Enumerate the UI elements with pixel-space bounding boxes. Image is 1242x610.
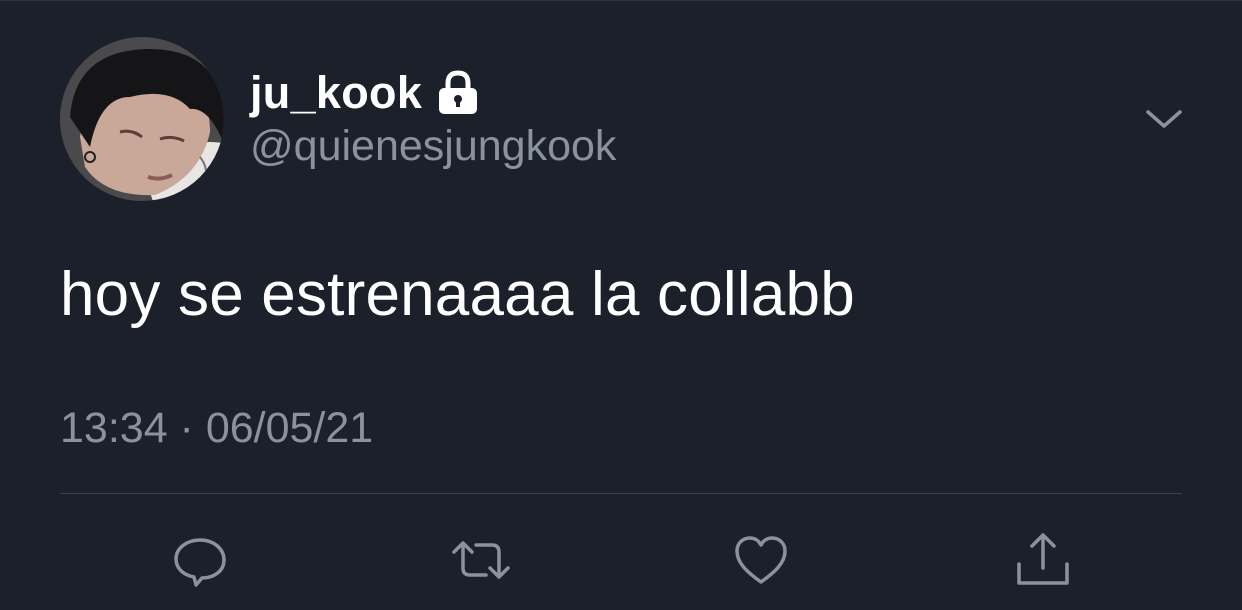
user-handle[interactable]: @quienesjungkook [250, 122, 616, 171]
retweet-icon [452, 541, 510, 579]
display-name-row: ju_kook [250, 65, 480, 121]
chevron-down-icon[interactable] [1144, 104, 1184, 134]
reply-button[interactable] [170, 530, 230, 590]
lock-icon [436, 70, 480, 116]
comment-icon [174, 538, 226, 587]
tweet-card: ju_kook @quienesjungkook hoy se estrenaa… [0, 0, 1242, 610]
profile-photo-icon [60, 37, 224, 201]
share-button[interactable] [1013, 530, 1073, 590]
retweet-button[interactable] [451, 530, 511, 590]
heart-icon [735, 536, 787, 584]
divider [60, 493, 1182, 494]
share-icon [1017, 533, 1069, 585]
tweet-text: hoy se estrenaaaa la collabb [60, 260, 855, 329]
display-name[interactable]: ju_kook [250, 67, 422, 119]
like-button[interactable] [731, 530, 791, 590]
tweet-timestamp[interactable]: 13:34 · 06/05/21 [60, 404, 373, 453]
avatar[interactable] [60, 37, 224, 201]
